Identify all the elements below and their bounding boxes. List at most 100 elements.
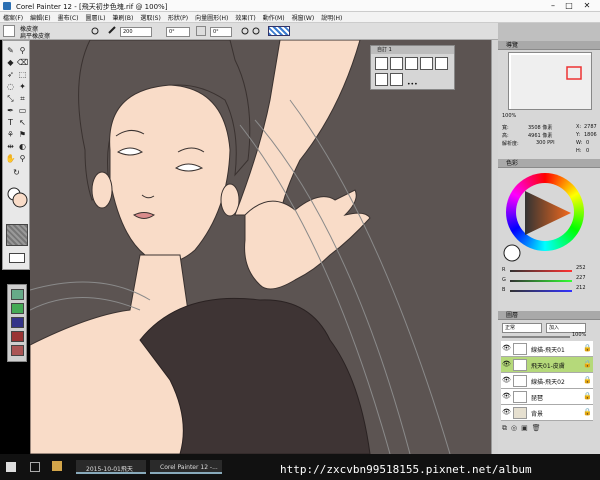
navigator-zoom[interactable]: 100% bbox=[502, 113, 516, 119]
close-button[interactable]: ✕ bbox=[580, 0, 594, 12]
menu-edit[interactable]: 編輯(E) bbox=[30, 13, 50, 22]
texture-icon[interactable] bbox=[268, 26, 290, 36]
visibility-eye-icon[interactable]: 👁 bbox=[502, 392, 511, 400]
layer-row[interactable]: 👁 線描-飛天02 🔒 bbox=[501, 373, 593, 389]
color-swatches-icon[interactable] bbox=[6, 186, 28, 208]
canvas-vertical-scrollbar[interactable] bbox=[491, 40, 498, 454]
layer-opacity-slider[interactable] bbox=[502, 336, 570, 338]
windows-start-icon[interactable] bbox=[6, 462, 16, 472]
custom-brush-6-icon[interactable] bbox=[375, 73, 388, 86]
reset-brush-icon[interactable] bbox=[90, 26, 100, 36]
text-tool-icon[interactable]: T bbox=[5, 117, 16, 128]
lock-icon[interactable]: 🔒 bbox=[583, 376, 592, 384]
mirror-icon[interactable]: ⇹ bbox=[5, 141, 16, 152]
paint-bucket-icon[interactable]: ◆ bbox=[5, 57, 16, 68]
paper-texture-icon[interactable] bbox=[6, 224, 28, 246]
menu-vector[interactable]: 向量圖形(H) bbox=[195, 13, 228, 22]
task-view-icon[interactable] bbox=[30, 462, 40, 472]
main-color-swatch-icon[interactable] bbox=[502, 243, 522, 265]
lock-icon[interactable]: 🔒 bbox=[583, 344, 592, 352]
brush-selector-icon[interactable] bbox=[3, 25, 15, 37]
lasso-icon[interactable]: ◌ bbox=[5, 81, 16, 92]
layer-row[interactable]: 👁 線描-飛天01 🔒 bbox=[501, 341, 593, 357]
symmetry-icons[interactable] bbox=[240, 26, 264, 36]
lock-icon[interactable]: 🔒 bbox=[583, 360, 592, 368]
group-layer-icon[interactable]: ▣ bbox=[521, 424, 532, 432]
grabber-icon[interactable]: ✋ bbox=[5, 153, 16, 164]
file-explorer-icon[interactable] bbox=[52, 461, 62, 471]
rect-select-icon[interactable]: ⬚ bbox=[17, 69, 28, 80]
menu-effects[interactable]: 效果(T) bbox=[235, 13, 255, 22]
new-layer-icon[interactable]: ⧉ bbox=[502, 424, 511, 432]
transform-icon[interactable]: ⤡ bbox=[5, 93, 16, 104]
layer-row[interactable]: 👁 背景 🔒 bbox=[501, 405, 593, 421]
b-value[interactable]: 212 bbox=[576, 285, 586, 291]
brush-size-field[interactable]: 200 bbox=[120, 27, 152, 37]
screen-mode-icon[interactable] bbox=[9, 253, 25, 263]
layer-mask-icon[interactable]: ◎ bbox=[511, 424, 521, 432]
menu-brushes[interactable]: 筆刷(B) bbox=[113, 13, 134, 22]
rubber-stamp-icon[interactable]: ⚑ bbox=[17, 129, 28, 140]
custom-brush-1-icon[interactable] bbox=[375, 57, 388, 70]
nozzle-swatch[interactable] bbox=[11, 317, 24, 328]
b-label: B bbox=[502, 287, 506, 293]
layer-row-selected[interactable]: 👁 飛天01-皮膚 🔒 bbox=[501, 357, 593, 373]
look-swatch[interactable] bbox=[11, 331, 24, 342]
lock-icon[interactable]: 🔒 bbox=[583, 408, 592, 416]
minimize-button[interactable]: – bbox=[546, 0, 560, 12]
gradient-swatch[interactable] bbox=[11, 303, 24, 314]
blend-mode-select[interactable]: 正常 bbox=[502, 323, 542, 333]
magic-wand-icon[interactable]: ✦ bbox=[17, 81, 28, 92]
brush-opacity-field[interactable]: 0° bbox=[166, 27, 190, 37]
custom-brush-3-icon[interactable] bbox=[405, 57, 418, 70]
menu-window[interactable]: 視窗(W) bbox=[292, 13, 315, 22]
r-slider[interactable] bbox=[510, 270, 572, 272]
custom-brush-5-icon[interactable] bbox=[435, 57, 448, 70]
window-title: Corel Painter 12 - [飛天初步色塊.rif @ 100%] bbox=[16, 3, 168, 11]
brush-angle-field[interactable]: 0° bbox=[210, 27, 232, 37]
g-value[interactable]: 227 bbox=[576, 275, 586, 281]
crop-icon[interactable]: ⌗ bbox=[17, 93, 28, 104]
visibility-eye-icon[interactable]: 👁 bbox=[502, 376, 511, 384]
layer-row[interactable]: 👁 琵琶 🔒 bbox=[501, 389, 593, 405]
drawing-canvas[interactable] bbox=[30, 40, 498, 454]
menu-shapes[interactable]: 形狀(P) bbox=[168, 13, 188, 22]
navigator-preview[interactable] bbox=[508, 52, 592, 110]
layer-adjuster-icon[interactable]: ➶ bbox=[5, 69, 16, 80]
visibility-eye-icon[interactable]: 👁 bbox=[502, 360, 511, 368]
menu-select[interactable]: 選取(S) bbox=[140, 13, 161, 22]
dropper-tool-icon[interactable]: ⚲ bbox=[17, 45, 28, 56]
eraser-tool-icon[interactable]: ⌫ bbox=[17, 57, 28, 68]
weave-swatch[interactable] bbox=[11, 345, 24, 356]
menu-movies[interactable]: 動作(M) bbox=[263, 13, 285, 22]
menu-layers[interactable]: 圖層(L) bbox=[86, 13, 106, 22]
brush-variant[interactable]: 扁平橡皮擦 bbox=[20, 31, 50, 40]
b-slider[interactable] bbox=[510, 290, 572, 292]
saturation-triangle[interactable] bbox=[523, 189, 573, 239]
pen-icon[interactable]: ✒ bbox=[5, 105, 16, 116]
menu-file[interactable]: 檔案(F) bbox=[3, 13, 23, 22]
visibility-eye-icon[interactable]: 👁 bbox=[502, 408, 511, 416]
brush-tool-icon[interactable]: ✎ bbox=[5, 45, 16, 56]
visibility-eye-icon[interactable]: 👁 bbox=[502, 344, 511, 352]
custom-brush-2-icon[interactable] bbox=[390, 57, 403, 70]
pattern-swatch[interactable] bbox=[11, 289, 24, 300]
layer-opacity-value[interactable]: 100% bbox=[572, 332, 586, 338]
custom-brush-4-icon[interactable] bbox=[420, 57, 433, 70]
menu-canvas[interactable]: 畫布(C) bbox=[58, 13, 79, 22]
cloner-icon[interactable]: ⚘ bbox=[5, 129, 16, 140]
angle-icon[interactable] bbox=[196, 26, 206, 36]
shape-select-icon[interactable]: ↖ bbox=[17, 117, 28, 128]
rotate-page-icon[interactable]: ↻ bbox=[11, 167, 22, 178]
delete-layer-icon[interactable]: 🗑 bbox=[532, 424, 545, 432]
custom-brush-7-icon[interactable] bbox=[390, 73, 403, 86]
dodge-icon[interactable]: ◐ bbox=[17, 141, 28, 152]
r-value[interactable]: 252 bbox=[576, 265, 586, 271]
rectangle-shape-icon[interactable]: ▭ bbox=[17, 105, 28, 116]
menu-help[interactable]: 說明(H) bbox=[321, 13, 342, 22]
lock-icon[interactable]: 🔒 bbox=[583, 392, 592, 400]
g-slider[interactable] bbox=[510, 280, 572, 282]
magnifier-icon[interactable]: ⚲ bbox=[17, 153, 28, 164]
maximize-button[interactable]: □ bbox=[562, 0, 576, 12]
brush-panel-more[interactable]: ••• bbox=[407, 81, 418, 88]
